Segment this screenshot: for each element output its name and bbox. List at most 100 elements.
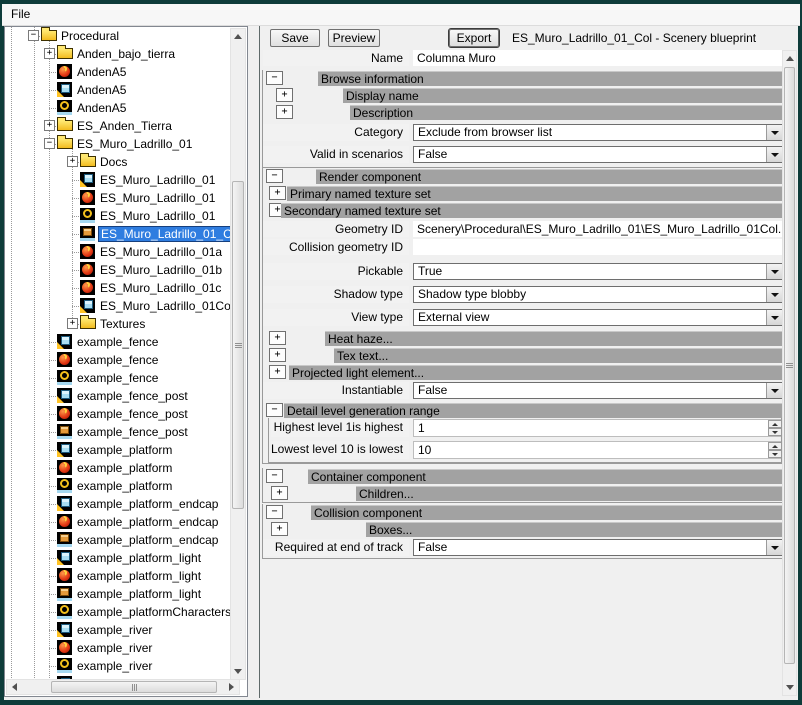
tree-item-label[interactable]: example_platformCharacters xyxy=(75,604,231,620)
dropdown-view-type[interactable]: External view xyxy=(413,309,783,326)
tree-item-label[interactable]: AndenA5 xyxy=(75,64,128,80)
tree-item-label[interactable]: example_platform xyxy=(75,442,174,458)
menu-file[interactable]: File xyxy=(2,4,39,24)
section-expand-button[interactable]: + xyxy=(271,522,288,536)
tree-item-example_platform[interactable]: example_platform xyxy=(5,441,231,459)
section-expand-button[interactable]: + xyxy=(271,486,288,500)
section-header-browse-information[interactable]: Browse information xyxy=(318,71,783,86)
tree-item-label[interactable]: example_fence xyxy=(75,370,160,386)
tree-item-label[interactable]: example_fence xyxy=(75,352,160,368)
tree-item-example_platformcharacters[interactable]: example_platformCharacters xyxy=(5,603,231,621)
section-header-tex-text[interactable]: Tex text... xyxy=(334,348,783,363)
tree-item-label[interactable]: ES_Muro_Ladrillo_01c xyxy=(98,280,223,296)
tree-item-label[interactable]: example_platform_endcap xyxy=(75,532,220,548)
expand-icon[interactable]: + xyxy=(67,318,78,329)
panel-vertical-scrollbar[interactable] xyxy=(782,50,797,696)
section-collapse-button[interactable]: − xyxy=(266,505,283,519)
tree-item-label[interactable]: Textures xyxy=(98,316,147,332)
section-expand-button[interactable]: + xyxy=(269,348,286,362)
dropdown-arrow-icon[interactable] xyxy=(766,540,782,555)
tree-item-label[interactable]: example_platform_light xyxy=(75,550,203,566)
scroll-left-arrow[interactable] xyxy=(7,680,22,694)
tree-item-label[interactable]: example_platform_light xyxy=(75,568,203,584)
expand-icon[interactable]: + xyxy=(67,156,78,167)
tree-item-es_muro_ladrillo_01b[interactable]: ES_Muro_Ladrillo_01b xyxy=(5,261,231,279)
section-collapse-button[interactable]: − xyxy=(266,71,283,85)
panel-scroll-thumb[interactable] xyxy=(784,67,795,664)
tree-item-label[interactable]: example_platform xyxy=(75,478,174,494)
tree-horizontal-scrollbar[interactable] xyxy=(6,679,240,695)
scroll-up-arrow[interactable] xyxy=(783,51,796,66)
section-header-collision-component[interactable]: Collision component xyxy=(311,505,783,520)
spin-up-icon[interactable] xyxy=(768,420,782,428)
tree-item-label[interactable]: ES_Muro_Ladrillo_01Col xyxy=(98,298,231,314)
tree-item-label[interactable]: example_platform_endcap xyxy=(75,496,220,512)
section-header-boxes[interactable]: Boxes... xyxy=(366,522,783,537)
tree-item-es_muro_ladrillo_01_col[interactable]: ES_Muro_Ladrillo_01_Col xyxy=(5,225,231,243)
expand-icon[interactable]: + xyxy=(44,120,55,131)
tree-item-es_muro_ladrillo_01a[interactable]: ES_Muro_Ladrillo_01a xyxy=(5,243,231,261)
tree-item-label[interactable]: Docs xyxy=(98,154,129,170)
tree-item-label[interactable]: ES_Muro_Ladrillo_01 xyxy=(75,136,194,152)
section-collapse-button[interactable]: − xyxy=(266,469,283,483)
tree-item-example_platform_endcap[interactable]: example_platform_endcap xyxy=(5,531,231,549)
tree-item-es_muro_ladrillo_01[interactable]: ES_Muro_Ladrillo_01 xyxy=(5,171,231,189)
section-header-children[interactable]: Children... xyxy=(356,486,783,501)
spinner-buttons[interactable] xyxy=(768,442,782,458)
tree-item-procedural[interactable]: −Procedural xyxy=(5,27,231,45)
tree-item-es_muro_ladrillo_01[interactable]: ES_Muro_Ladrillo_01 xyxy=(5,207,231,225)
collapse-icon[interactable]: − xyxy=(44,138,55,149)
section-expand-button[interactable]: + xyxy=(269,365,286,379)
collapse-icon[interactable]: − xyxy=(28,30,39,41)
spinner-input-highest-level-1is-highest[interactable]: 1 xyxy=(413,419,783,437)
dropdown-required-at-end-of-track[interactable]: False xyxy=(413,539,783,556)
tree-item-example_platform_endcap[interactable]: example_platform_endcap xyxy=(5,495,231,513)
dropdown-valid-in-scenarios[interactable]: False xyxy=(413,146,783,163)
section-expand-button[interactable]: + xyxy=(276,105,293,119)
export-button[interactable]: Export xyxy=(449,29,499,47)
tree-item-es_muro_ladrillo_01c[interactable]: ES_Muro_Ladrillo_01c xyxy=(5,279,231,297)
tree-item-label[interactable]: ES_Muro_Ladrillo_01 xyxy=(98,190,217,206)
section-header-primary-named-texture-set[interactable]: Primary named texture set xyxy=(287,186,783,201)
section-header-display-name[interactable]: Display name xyxy=(343,88,783,103)
tree-item-example_platform[interactable]: example_platform xyxy=(5,459,231,477)
text-value-name[interactable]: Columna Muro xyxy=(413,50,783,66)
section-expand-button[interactable]: + xyxy=(276,88,293,102)
scroll-down-arrow[interactable] xyxy=(231,664,245,679)
dropdown-pickable[interactable]: True xyxy=(413,263,783,280)
tree-item-example_platform_light[interactable]: example_platform_light xyxy=(5,585,231,603)
dropdown-arrow-icon[interactable] xyxy=(766,310,782,325)
tree-item-label[interactable]: example_fence xyxy=(75,334,160,350)
tree-item-label[interactable]: ES_Muro_Ladrillo_01a xyxy=(98,244,224,260)
tree-item-label[interactable]: ES_Muro_Ladrillo_01b xyxy=(98,262,224,278)
tree-item-example_fence[interactable]: example_fence xyxy=(5,351,231,369)
dropdown-arrow-icon[interactable] xyxy=(766,287,782,302)
tree-item-example_platform_light[interactable]: example_platform_light xyxy=(5,567,231,585)
section-header-detail-level-generation-range[interactable]: Detail level generation range xyxy=(284,403,783,418)
tree-item-example_fence[interactable]: example_fence xyxy=(5,333,231,351)
preview-button[interactable]: Preview xyxy=(328,29,380,47)
tree-scroll-thumb[interactable] xyxy=(232,181,244,509)
tree-item-label[interactable]: example_fence_post xyxy=(75,424,190,440)
tree-item-label[interactable]: AndenA5 xyxy=(75,82,128,98)
tree-item-label[interactable]: AndenA5 xyxy=(75,100,128,116)
tree-item-example_fence[interactable]: example_fence xyxy=(5,369,231,387)
text-value-geometry-id[interactable]: Scenery\Procedural\ES_Muro_Ladrillo_01\E… xyxy=(413,221,783,237)
scroll-down-arrow[interactable] xyxy=(783,680,796,695)
spin-down-icon[interactable] xyxy=(768,450,782,458)
spinner-input-lowest-level-10-is-lowest[interactable]: 10 xyxy=(413,441,783,459)
tree-item-label[interactable]: example_platform_endcap xyxy=(75,514,220,530)
section-header-container-component[interactable]: Container component xyxy=(308,469,783,484)
scroll-up-arrow[interactable] xyxy=(231,29,245,44)
tree-item-es_muro_ladrillo_01[interactable]: ES_Muro_Ladrillo_01 xyxy=(5,189,231,207)
spin-up-icon[interactable] xyxy=(768,442,782,450)
dropdown-shadow-type[interactable]: Shadow type blobby xyxy=(413,286,783,303)
dropdown-category[interactable]: Exclude from browser list xyxy=(413,124,783,141)
tree-item-andena5[interactable]: AndenA5 xyxy=(5,63,231,81)
tree-item-textures[interactable]: + Textures xyxy=(5,315,231,333)
tree-hscroll-thumb[interactable] xyxy=(51,681,217,693)
section-collapse-button[interactable]: − xyxy=(266,403,283,417)
tree-item-label[interactable]: example_river xyxy=(75,640,154,656)
tree-item-andena5[interactable]: AndenA5 xyxy=(5,81,231,99)
dropdown-arrow-icon[interactable] xyxy=(766,147,782,162)
